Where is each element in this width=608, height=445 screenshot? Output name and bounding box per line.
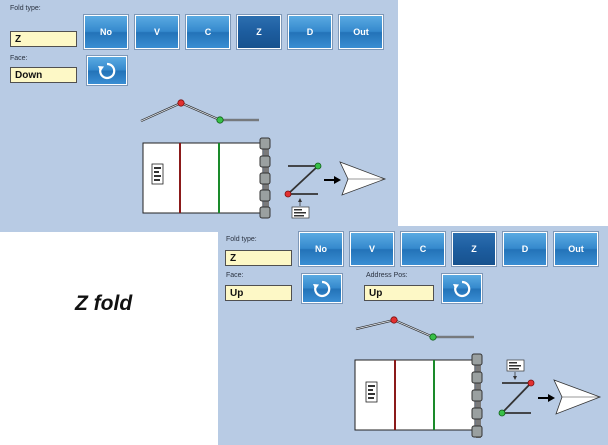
fold-button-z[interactable]: Z bbox=[237, 15, 281, 49]
paper-plane-icon bbox=[553, 379, 602, 415]
sheet-fold-diagram bbox=[354, 353, 602, 438]
fold-type-label: Fold type: bbox=[226, 236, 257, 243]
fold-button-c[interactable]: C bbox=[186, 15, 230, 49]
arrow-right-icon bbox=[324, 176, 341, 184]
address-block-icon bbox=[151, 163, 164, 185]
fold-button-c[interactable]: C bbox=[401, 232, 445, 266]
face-field[interactable]: Down bbox=[10, 67, 77, 83]
fold-type-field[interactable]: Z bbox=[10, 31, 77, 47]
rotate-icon bbox=[313, 280, 331, 297]
address-pos-label: Address Pos: bbox=[366, 272, 408, 279]
z-fold-side-icon bbox=[498, 379, 535, 417]
paper-plane-icon bbox=[339, 161, 387, 196]
address-card-icon bbox=[291, 198, 310, 219]
fold-button-d[interactable]: D bbox=[288, 15, 332, 49]
fold-profile-icon bbox=[140, 99, 259, 124]
rotate-icon bbox=[98, 62, 116, 79]
fold-profile-icon bbox=[355, 316, 474, 341]
fold-button-v[interactable]: V bbox=[350, 232, 394, 266]
fold-button-no[interactable]: No bbox=[84, 15, 128, 49]
address-card-icon bbox=[506, 359, 525, 380]
address-pos-field[interactable]: Up bbox=[364, 285, 434, 301]
face-rotate-button[interactable] bbox=[302, 274, 342, 303]
face-field[interactable]: Up bbox=[225, 285, 292, 301]
fold-settings-panel-top: Fold type: Z Face: Down No V C Z D Out bbox=[0, 0, 398, 232]
fold-type-label: Fold type: bbox=[10, 5, 41, 12]
z-fold-side-icon bbox=[284, 162, 322, 198]
fold-button-out[interactable]: Out bbox=[554, 232, 598, 266]
rotate-icon bbox=[453, 280, 471, 297]
fold-type-field[interactable]: Z bbox=[225, 250, 292, 266]
fold-settings-panel-bottom: Fold type: Z Face: Up Address Pos: Up No… bbox=[218, 226, 608, 445]
face-label: Face: bbox=[226, 272, 244, 279]
address-block-icon bbox=[365, 381, 378, 403]
face-rotate-button[interactable] bbox=[87, 56, 127, 85]
fold-button-no[interactable]: No bbox=[299, 232, 343, 266]
address-pos-rotate-button[interactable] bbox=[442, 274, 482, 303]
z-fold-caption: Z fold bbox=[75, 292, 133, 315]
fold-button-v[interactable]: V bbox=[135, 15, 179, 49]
fold-button-z[interactable]: Z bbox=[452, 232, 496, 266]
arrow-right-icon bbox=[538, 394, 555, 402]
fold-button-out[interactable]: Out bbox=[339, 15, 383, 49]
face-label: Face: bbox=[10, 55, 28, 62]
sheet-fold-diagram bbox=[142, 137, 387, 219]
fold-button-d[interactable]: D bbox=[503, 232, 547, 266]
